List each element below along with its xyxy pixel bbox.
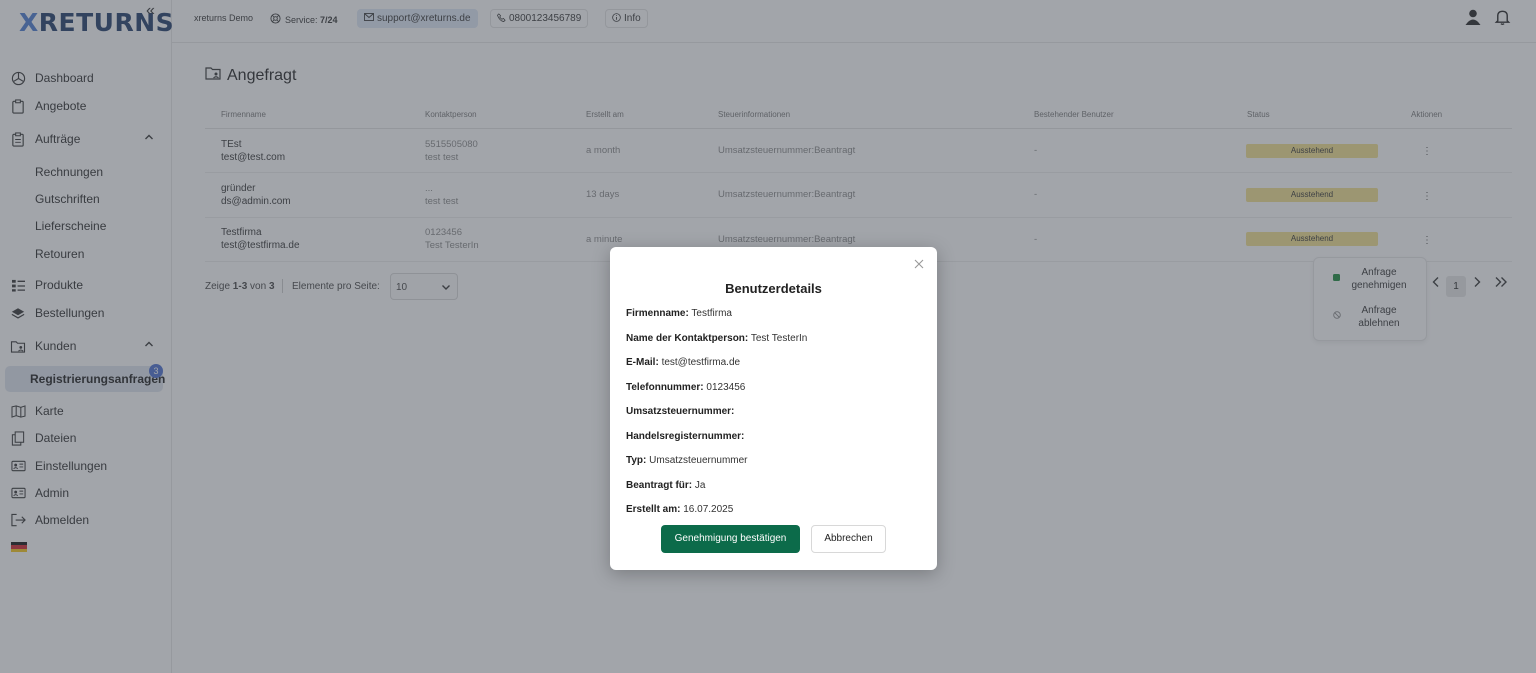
close-icon[interactable] <box>914 256 924 272</box>
detail-erstellt: Erstellt am: 16.07.2025 <box>626 504 734 515</box>
detail-typ: Typ: Umsatzsteuernummer <box>626 455 748 466</box>
user-details-dialog: Benutzerdetails Firmenname: Testfirma Na… <box>610 247 937 570</box>
detail-telefonnummer: Telefonnummer: 0123456 <box>626 382 746 393</box>
detail-handelsregisternummer: Handelsregisternummer: <box>626 431 745 442</box>
detail-kontaktperson: Name der Kontaktperson: Test TesterIn <box>626 333 808 344</box>
detail-beantragt: Beantragt für: Ja <box>626 480 706 491</box>
detail-firmenname: Firmenname: Testfirma <box>626 308 732 319</box>
confirm-approval-button[interactable]: Genehmigung bestätigen <box>661 525 800 553</box>
detail-umsatzsteuernummer: Umsatzsteuernummer: <box>626 406 735 417</box>
dialog-title: Benutzerdetails <box>725 281 822 296</box>
detail-email: E-Mail: test@testfirma.de <box>626 357 741 368</box>
cancel-button[interactable]: Abbrechen <box>811 525 886 553</box>
